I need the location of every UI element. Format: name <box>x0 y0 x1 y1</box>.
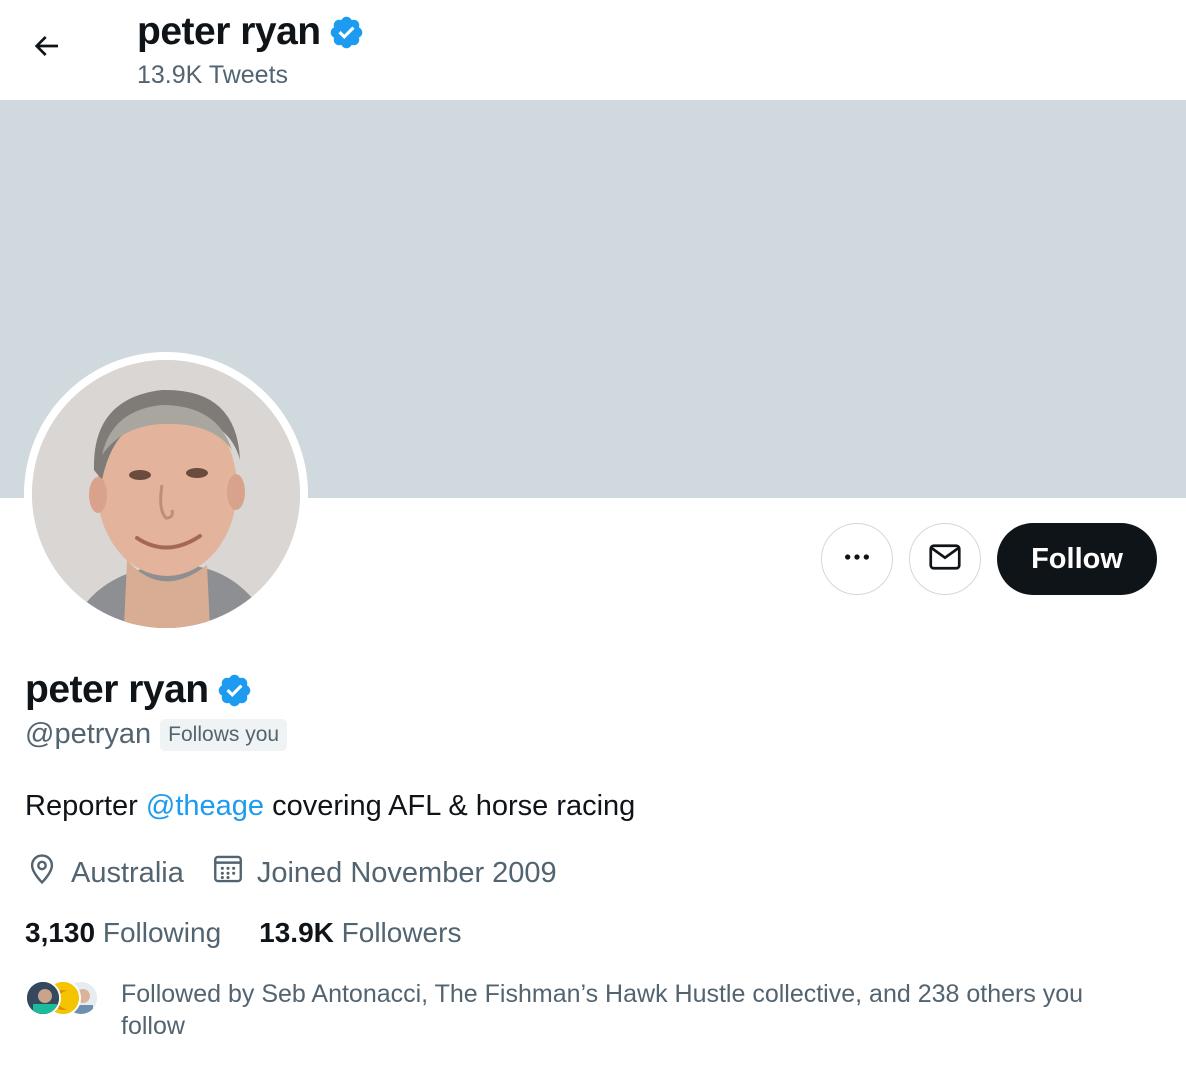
follow-stats: 3,130 Following 13.9K Followers <box>25 917 499 949</box>
followed-by-row[interactable]: Followed by Seb Antonacci, The Fishman’s… <box>25 978 1145 1042</box>
profile-meta: Australia Joined November 2009 <box>25 852 584 894</box>
header-name-row: peter ryan <box>137 10 365 54</box>
location-item: Australia <box>25 852 184 894</box>
mutual-avatar <box>25 980 61 1016</box>
bio-text-prefix: Reporter <box>25 790 146 822</box>
tweet-count: 13.9K Tweets <box>137 61 289 89</box>
follows-you-badge: Follows you <box>160 718 288 751</box>
back-button[interactable] <box>20 22 72 74</box>
joined-text: Joined November 2009 <box>256 856 557 889</box>
envelope-icon <box>927 539 963 580</box>
location-pin-icon <box>25 852 71 894</box>
profile-display-name: peter ryan <box>25 668 209 711</box>
handle-row: @petryan Follows you <box>25 718 288 751</box>
following-link[interactable]: 3,130 Following <box>25 917 221 949</box>
header-name: peter ryan <box>137 10 321 53</box>
profile-handle: @petryan <box>25 718 152 750</box>
arrow-left-icon <box>30 30 62 67</box>
joined-item: Joined November 2009 <box>211 852 557 894</box>
bio-text-suffix: covering AFL & horse racing <box>264 790 636 822</box>
ellipsis-icon <box>841 541 873 578</box>
bio-mention-link[interactable]: @theage <box>146 790 264 822</box>
profile-name-row: peter ryan <box>25 668 253 712</box>
followers-link[interactable]: 13.9K Followers <box>259 917 461 949</box>
verified-badge-icon <box>216 672 253 709</box>
followers-count: 13.9K <box>259 917 334 948</box>
more-button[interactable] <box>821 523 893 595</box>
calendar-icon <box>211 852 257 894</box>
avatar-photo <box>32 360 300 628</box>
follow-button[interactable]: Follow <box>997 523 1157 595</box>
followers-label: Followers <box>341 917 462 948</box>
following-count: 3,130 <box>25 917 96 948</box>
message-button[interactable] <box>909 523 981 595</box>
following-label: Following <box>102 917 222 948</box>
profile-header: peter ryan 13.9K Tweets <box>0 0 1186 100</box>
profile-avatar[interactable] <box>24 352 308 636</box>
mutual-avatars <box>25 978 105 1016</box>
verified-badge-icon <box>328 14 365 51</box>
followed-by-text: Followed by Seb Antonacci, The Fishman’s… <box>121 980 1084 1040</box>
profile-bio: Reporter @theage covering AFL & horse ra… <box>25 790 635 823</box>
location-text: Australia <box>71 856 184 889</box>
